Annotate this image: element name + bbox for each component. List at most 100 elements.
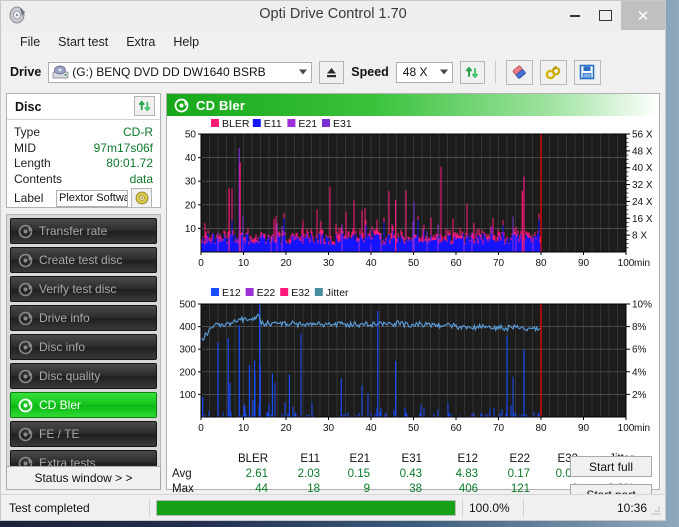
sidebar-label: Disc quality bbox=[39, 369, 101, 383]
svg-text:400: 400 bbox=[179, 322, 196, 333]
refresh-button[interactable] bbox=[459, 60, 485, 84]
svg-text:min: min bbox=[634, 258, 650, 269]
drive-select[interactable]: (G:) BENQ DVD DD DW1640 BSRB bbox=[48, 61, 313, 83]
svg-text:20: 20 bbox=[185, 200, 197, 211]
disc-label-key: Label bbox=[14, 191, 44, 205]
sidebar-item-disc-info[interactable]: Disc info bbox=[10, 334, 157, 360]
sidebar-label: Drive info bbox=[39, 311, 90, 325]
panel-title: CD Bler bbox=[196, 97, 246, 113]
disc-row-length: Length 80:01.72 bbox=[14, 156, 153, 172]
tools-button[interactable] bbox=[539, 59, 567, 85]
close-button[interactable]: ✕ bbox=[621, 1, 665, 30]
panel-header: CD Bler bbox=[167, 94, 659, 116]
eject-button[interactable] bbox=[319, 60, 345, 84]
svg-text:E21: E21 bbox=[298, 118, 317, 130]
progress-fill bbox=[157, 500, 455, 515]
sidebar-item-verify-test-disc[interactable]: Verify test disc bbox=[10, 276, 157, 302]
eraser-button[interactable] bbox=[505, 59, 533, 85]
svg-text:E22: E22 bbox=[257, 287, 276, 299]
refresh-icon bbox=[465, 66, 478, 78]
title-bar: Opti Drive Control 1.70 ✕ bbox=[1, 1, 665, 30]
test-nav-list: Transfer rate Create test disc Verify te… bbox=[6, 214, 161, 480]
chevron-down-icon bbox=[439, 69, 448, 75]
svg-text:40 X: 40 X bbox=[632, 163, 653, 174]
disc-label-input[interactable]: Plextor Softwa bbox=[56, 189, 128, 207]
disc-info-panel: Disc Type CD-R MID 97m17s06f Length 80:0… bbox=[6, 93, 161, 208]
svg-text:20: 20 bbox=[280, 258, 292, 269]
disc-label-cd-button[interactable] bbox=[131, 188, 152, 208]
stats-row: Avg2.612.030.150.434.830.170.008.06% bbox=[168, 467, 638, 482]
resize-grip-icon[interactable] bbox=[650, 505, 662, 517]
elapsed-time: 10:36 bbox=[616, 500, 647, 515]
sidebar-item-transfer-rate[interactable]: Transfer rate bbox=[10, 218, 157, 244]
disc-icon bbox=[18, 427, 33, 441]
svg-text:Jitter: Jitter bbox=[326, 287, 349, 299]
svg-text:0: 0 bbox=[198, 423, 204, 434]
svg-text:8 X: 8 X bbox=[632, 231, 647, 242]
svg-text:10: 10 bbox=[185, 224, 197, 235]
speed-label: Speed bbox=[351, 65, 389, 79]
toolbar: Drive (G:) BENQ DVD DD DW1640 BSRB Speed bbox=[1, 54, 665, 90]
drive-value: (G:) BENQ DVD DD DW1640 BSRB bbox=[72, 65, 266, 79]
menu-item-extra[interactable]: Extra bbox=[117, 33, 164, 51]
sidebar-label: CD Bler bbox=[39, 398, 82, 412]
disc-type-value: CD-R bbox=[123, 125, 153, 139]
svg-text:30: 30 bbox=[185, 177, 197, 188]
svg-text:56 X: 56 X bbox=[632, 130, 653, 141]
stats-row-label: Avg bbox=[172, 468, 192, 480]
svg-text:50: 50 bbox=[408, 423, 420, 434]
main-body: Disc Type CD-R MID 97m17s06f Length 80:0… bbox=[1, 90, 665, 510]
disc-mid-value: 97m17s06f bbox=[93, 140, 153, 155]
chevron-down-icon bbox=[299, 69, 308, 75]
start-full-button[interactable]: Start full bbox=[570, 456, 652, 477]
stats-cell: 2.61 bbox=[245, 468, 268, 480]
disc-type-key: Type bbox=[14, 125, 41, 139]
svg-text:60: 60 bbox=[450, 258, 462, 269]
charts-container: BLER E11 E21 E31 10 20 30 40 50 8 X 16 X 24 X 32 X 40… bbox=[167, 116, 659, 510]
svg-text:32 X: 32 X bbox=[632, 180, 653, 191]
svg-text:10%: 10% bbox=[632, 300, 652, 311]
disc-refresh-button[interactable] bbox=[134, 96, 155, 116]
eraser-icon bbox=[512, 65, 526, 79]
svg-text:20: 20 bbox=[280, 423, 292, 434]
menu-item-start-test[interactable]: Start test bbox=[49, 33, 117, 51]
disc-icon bbox=[18, 398, 33, 412]
bler-chart: BLER E11 E21 E31 10 20 30 40 50 8 X 16 X 24 X 32 X 40… bbox=[185, 118, 653, 269]
eject-icon bbox=[327, 67, 337, 77]
svg-text:60: 60 bbox=[450, 423, 462, 434]
stats-cell: 0.15 bbox=[347, 468, 370, 480]
disc-properties: Type CD-R MID 97m17s06f Length 80:01.72 bbox=[7, 120, 160, 208]
svg-text:70: 70 bbox=[493, 258, 505, 269]
maximize-button[interactable] bbox=[590, 1, 621, 30]
stats-corner bbox=[168, 452, 216, 467]
svg-text:40: 40 bbox=[185, 153, 197, 164]
svg-text:2%: 2% bbox=[632, 390, 647, 401]
sidebar-item-fe-te[interactable]: FE / TE bbox=[10, 421, 157, 447]
menu-item-file[interactable]: File bbox=[11, 33, 49, 51]
progress-percent: 100.0% bbox=[469, 500, 510, 515]
progress-bar bbox=[156, 499, 456, 516]
svg-text:6%: 6% bbox=[632, 345, 647, 356]
status-divider bbox=[149, 498, 150, 517]
svg-text:0: 0 bbox=[198, 258, 204, 269]
sidebar-item-create-test-disc[interactable]: Create test disc bbox=[10, 247, 157, 273]
right-panel: CD Bler BLER E11 E21 E31 10 20 30 40 50 8 X 16 X 24… bbox=[166, 93, 660, 510]
sidebar-item-disc-quality[interactable]: Disc quality bbox=[10, 363, 157, 389]
svg-text:80: 80 bbox=[535, 423, 547, 434]
stats-cell: 2.03 bbox=[297, 468, 320, 480]
jitter-chart: E12 E22 E32 Jitter1002003004005002%4%6%8%10… bbox=[179, 287, 652, 434]
menu-item-help[interactable]: Help bbox=[164, 33, 208, 51]
stats-col-e12: E12 bbox=[457, 453, 478, 465]
status-window-button[interactable]: Status window > > bbox=[6, 466, 161, 490]
svg-text:100: 100 bbox=[618, 258, 635, 269]
svg-text:40: 40 bbox=[365, 258, 377, 269]
sidebar-item-drive-info[interactable]: Drive info bbox=[10, 305, 157, 331]
speed-select[interactable]: 48 X bbox=[395, 61, 453, 83]
minimize-button[interactable] bbox=[559, 1, 590, 30]
toolbar-divider bbox=[494, 61, 496, 83]
sidebar-label: Verify test disc bbox=[39, 282, 117, 296]
save-icon bbox=[579, 64, 595, 80]
save-button[interactable] bbox=[573, 59, 601, 85]
sidebar-item-cd-bler[interactable]: CD Bler bbox=[10, 392, 157, 418]
sidebar-label: Transfer rate bbox=[39, 224, 108, 238]
